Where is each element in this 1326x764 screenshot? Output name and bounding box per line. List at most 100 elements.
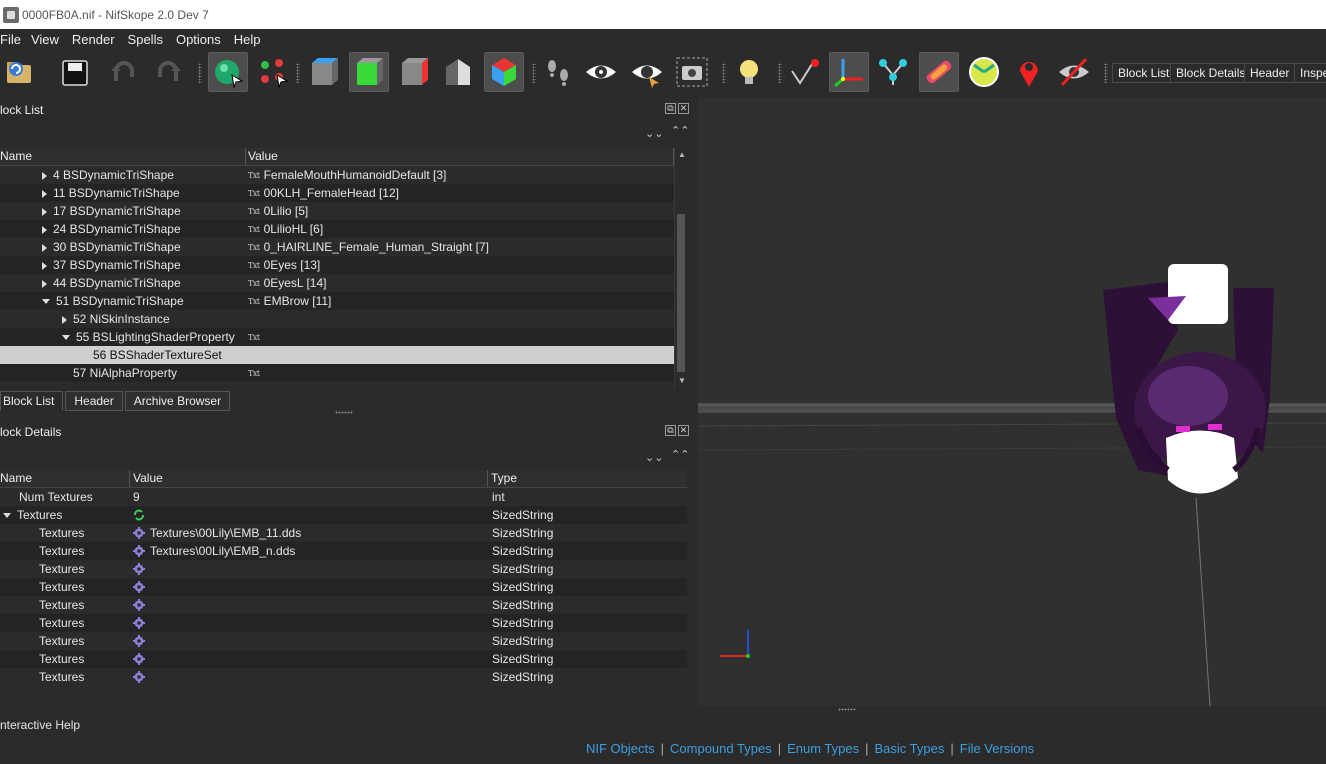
- view-user-icon[interactable]: [438, 52, 478, 92]
- show-collision-icon[interactable]: [919, 52, 959, 92]
- collapse-arrow-icon[interactable]: [42, 299, 50, 305]
- block-list-row[interactable]: 30 BSDynamicTriShape Txt 0_HAIRLINE_Female…: [0, 238, 674, 256]
- detail-row[interactable]: Num Textures 9 int: [0, 488, 687, 506]
- column-type[interactable]: Type: [488, 470, 687, 487]
- column-value[interactable]: Value: [130, 470, 488, 487]
- expand-arrow-icon[interactable]: [42, 279, 47, 288]
- detail-row[interactable]: Textures SizedString: [0, 506, 687, 524]
- block-list-row[interactable]: 57 NiAlphaProperty Txt: [0, 364, 674, 382]
- select-object-icon[interactable]: [208, 52, 248, 92]
- menu-render[interactable]: Render: [72, 32, 128, 47]
- tab-header[interactable]: Header: [65, 391, 123, 411]
- detail-row[interactable]: Textures SizedString: [0, 596, 687, 614]
- block-list-row[interactable]: 24 BSDynamicTriShape Txt 0LilioHL [6]: [0, 220, 674, 238]
- float-icon[interactable]: ⧉: [665, 425, 676, 436]
- detail-value-cell[interactable]: [133, 650, 488, 668]
- column-name[interactable]: Name: [0, 470, 130, 487]
- expand-all-icon[interactable]: ⌃⌃: [671, 448, 689, 461]
- collapse-all-icon[interactable]: ⌄⌄: [645, 451, 663, 464]
- save-icon[interactable]: [55, 52, 95, 92]
- link-file-versions[interactable]: File Versions: [960, 741, 1034, 756]
- detail-row[interactable]: Textures SizedString: [0, 560, 687, 578]
- lighting-icon[interactable]: [729, 52, 769, 92]
- detail-value-cell[interactable]: [133, 668, 488, 686]
- detail-row[interactable]: Textures SizedString: [0, 614, 687, 632]
- detail-row[interactable]: Textures SizedString: [0, 632, 687, 650]
- block-list-scrollbar[interactable]: ▲ ▼: [674, 148, 687, 388]
- dock-inspect-button[interactable]: Inspe: [1294, 63, 1326, 83]
- render-viewport[interactable]: [698, 98, 1326, 706]
- dock-header-button[interactable]: Header: [1244, 63, 1296, 83]
- block-list-row[interactable]: 37 BSDynamicTriShape Txt 0Eyes [13]: [0, 256, 674, 274]
- expand-arrow-icon[interactable]: [42, 261, 47, 270]
- block-list-row[interactable]: 52 NiSkinInstance: [0, 310, 674, 328]
- expand-arrow-icon[interactable]: [42, 189, 47, 198]
- block-list-row[interactable]: 44 BSDynamicTriShape Txt 0EyesL [14]: [0, 274, 674, 292]
- block-list-row[interactable]: 4 BSDynamicTriShape Txt FemaleMouthHumanoi…: [0, 166, 674, 184]
- expand-all-icon[interactable]: ⌃⌃: [671, 124, 689, 137]
- expand-arrow-icon[interactable]: [42, 243, 47, 252]
- column-name[interactable]: Name: [0, 148, 246, 165]
- expand-arrow-icon[interactable]: [42, 171, 47, 180]
- detail-row[interactable]: Textures Textures\00Lily\EMB_n.dds SizedSt…: [0, 542, 687, 560]
- dock-block-list-button[interactable]: Block List: [1112, 63, 1176, 83]
- undo-icon[interactable]: [104, 52, 144, 92]
- column-value[interactable]: Value: [246, 148, 674, 165]
- select-vertex-icon[interactable]: [253, 52, 293, 92]
- collapse-arrow-icon[interactable]: [3, 513, 11, 519]
- walk-icon[interactable]: [538, 52, 578, 92]
- link-nif-objects[interactable]: NIF Objects: [586, 741, 655, 756]
- link-basic-types[interactable]: Basic Types: [875, 741, 945, 756]
- show-markers-icon[interactable]: [1009, 52, 1049, 92]
- splitter-handle[interactable]: [335, 411, 353, 414]
- view-side-icon[interactable]: [394, 52, 434, 92]
- link-enum-types[interactable]: Enum Types: [787, 741, 859, 756]
- view-front-icon[interactable]: [349, 52, 389, 92]
- show-hidden-icon[interactable]: [581, 52, 621, 92]
- detail-value-cell[interactable]: Textures\00Lily\EMB_n.dds: [133, 542, 488, 560]
- link-compound-types[interactable]: Compound Types: [670, 741, 772, 756]
- close-icon[interactable]: ✕: [678, 425, 689, 436]
- show-axes-icon[interactable]: [829, 52, 869, 92]
- detail-value-cell[interactable]: [133, 596, 488, 614]
- show-constraints-icon[interactable]: [964, 52, 1004, 92]
- detail-row[interactable]: Textures SizedString: [0, 650, 687, 668]
- view-top-icon[interactable]: [304, 52, 344, 92]
- menu-view[interactable]: View: [31, 32, 72, 47]
- menu-options[interactable]: Options: [176, 32, 234, 47]
- tab-block-list[interactable]: Block List: [0, 391, 64, 411]
- show-vertices-icon[interactable]: [786, 52, 826, 92]
- block-list-row[interactable]: 17 BSDynamicTriShape Txt 0Lilio [5]: [0, 202, 674, 220]
- block-list-row[interactable]: 11 BSDynamicTriShape Txt 00KLH_FemaleHead …: [0, 184, 674, 202]
- dock-block-details-button[interactable]: Block Details: [1170, 63, 1252, 83]
- tab-archive-browser[interactable]: Archive Browser: [124, 391, 231, 411]
- detail-value-cell[interactable]: 9: [133, 488, 488, 506]
- collapse-arrow-icon[interactable]: [62, 335, 70, 341]
- expand-arrow-icon[interactable]: [42, 225, 47, 234]
- show-selected-icon[interactable]: [627, 52, 667, 92]
- expand-arrow-icon[interactable]: [62, 315, 67, 324]
- close-icon[interactable]: ✕: [678, 103, 689, 114]
- hide-marker-icon[interactable]: [1054, 52, 1094, 92]
- open-icon[interactable]: [0, 52, 40, 92]
- detail-row[interactable]: Textures Textures\00Lily\EMB_11.dds SizedS…: [0, 524, 687, 542]
- screenshot-icon[interactable]: [672, 52, 712, 92]
- block-list-row[interactable]: 56 BSShaderTextureSet: [0, 346, 674, 364]
- scrollbar-thumb[interactable]: [677, 214, 685, 372]
- expand-arrow-icon[interactable]: [42, 207, 47, 216]
- block-list-row[interactable]: 55 BSLightingShaderProperty Txt: [0, 328, 674, 346]
- detail-value-cell[interactable]: [133, 614, 488, 632]
- block-list-row[interactable]: 51 BSDynamicTriShape Txt EMBrow [11]: [0, 292, 674, 310]
- menu-file[interactable]: File: [0, 32, 31, 47]
- float-icon[interactable]: ⧉: [665, 103, 676, 114]
- redo-icon[interactable]: [148, 52, 188, 92]
- detail-row[interactable]: Textures SizedString: [0, 578, 687, 596]
- detail-value-cell[interactable]: [133, 560, 488, 578]
- view-flip-icon[interactable]: [484, 52, 524, 92]
- menu-spells[interactable]: Spells: [128, 32, 176, 47]
- collapse-all-icon[interactable]: ⌄⌄: [645, 127, 663, 140]
- splitter-handle[interactable]: [838, 708, 856, 711]
- show-nodes-icon[interactable]: [873, 52, 913, 92]
- detail-row[interactable]: Textures SizedString: [0, 668, 687, 686]
- detail-value-cell[interactable]: Textures\00Lily\EMB_11.dds: [133, 524, 488, 542]
